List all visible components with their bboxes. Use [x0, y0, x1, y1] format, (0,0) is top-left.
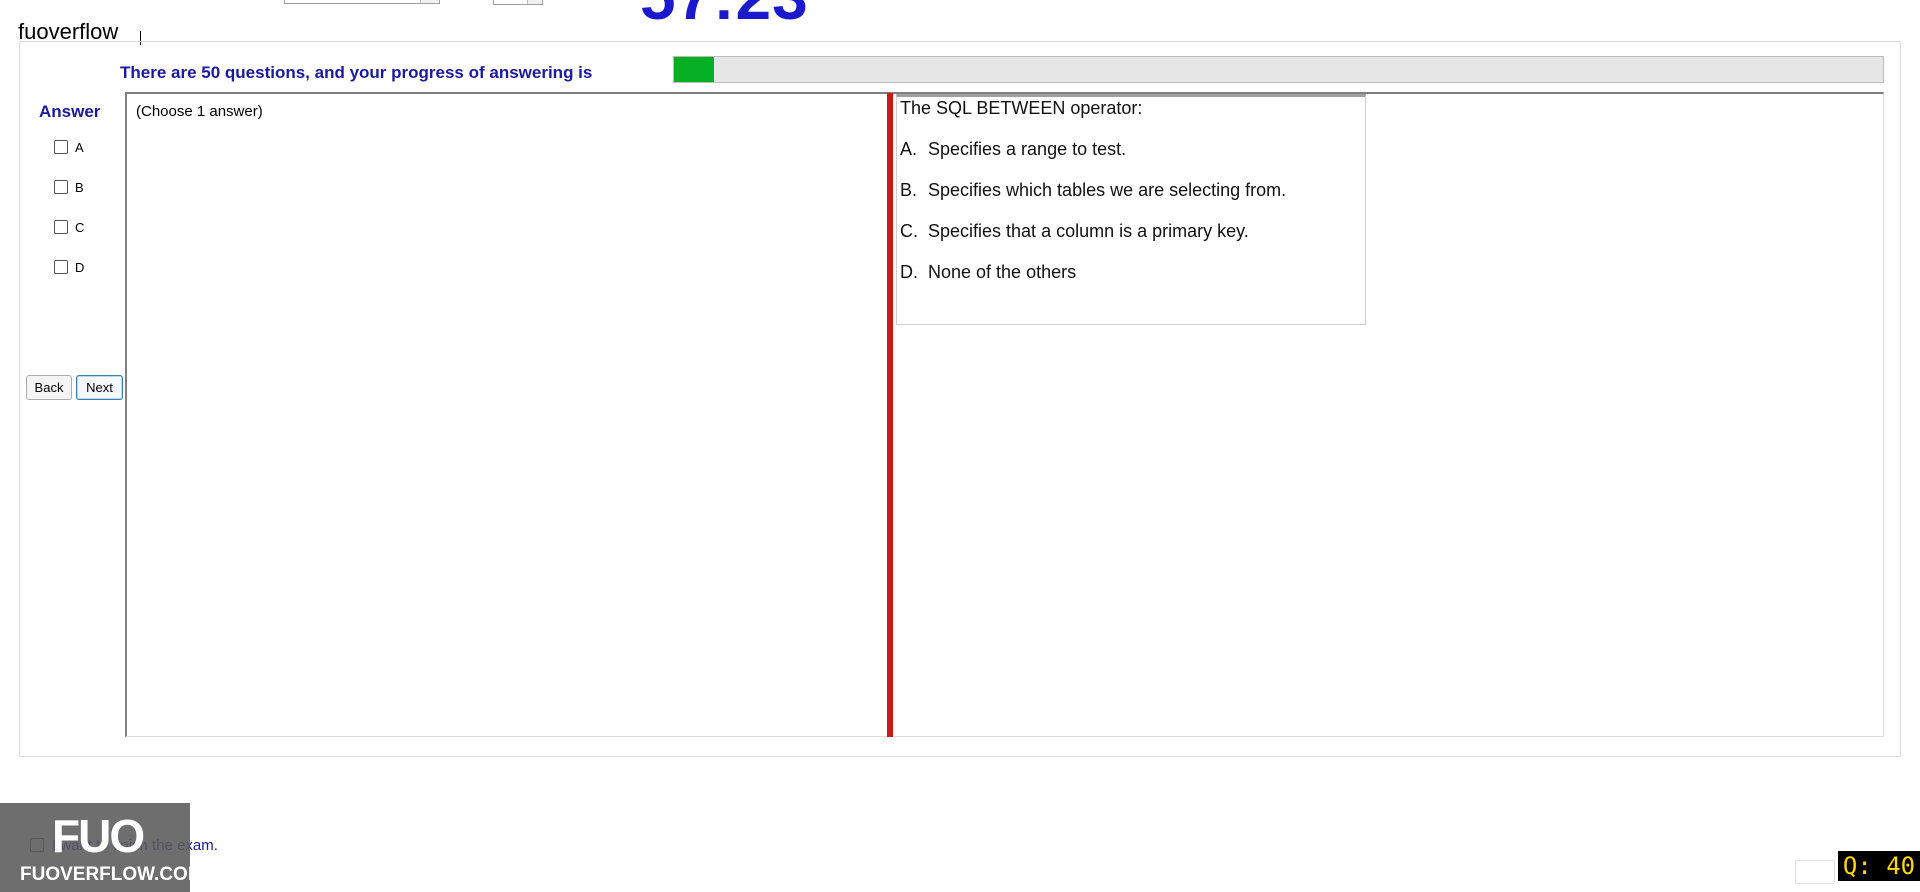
- font-size-spinner[interactable]: [493, 0, 543, 5]
- back-button[interactable]: Back: [26, 375, 72, 400]
- logo-text: FUOVERFLOW.COM: [20, 864, 204, 885]
- question-stem: The SQL BETWEEN operator:: [900, 98, 1143, 118]
- next-button[interactable]: Next: [76, 375, 123, 400]
- answer-option-b[interactable]: B: [54, 178, 84, 196]
- logo-mark: FUO: [52, 810, 145, 862]
- checkbox-a[interactable]: [54, 140, 68, 154]
- answer-option-label: D: [75, 259, 85, 275]
- checkbox-b[interactable]: [54, 180, 68, 194]
- answer-option-label: C: [75, 219, 85, 235]
- answer-option-d[interactable]: D: [54, 258, 84, 276]
- choice-c: C. Specifies that a column is a primary k…: [900, 221, 1249, 242]
- choice-text: None of the others: [928, 262, 1077, 282]
- choice-a: A. Specifies a range to test.: [900, 139, 1126, 160]
- spinner-arrow-icon[interactable]: [527, 0, 542, 4]
- watermark-logo: FUO FUOVERFLOW.COM: [0, 803, 204, 892]
- choice-letter: C.: [900, 221, 918, 241]
- question-number-badge: Q: 40: [1838, 851, 1920, 881]
- choice-text: Specifies a range to test.: [928, 139, 1127, 159]
- answer-option-label: B: [75, 179, 84, 195]
- countdown-timer: 57:23: [640, 0, 809, 34]
- checkbox-d[interactable]: [54, 260, 68, 274]
- question-content-box: [896, 94, 1366, 325]
- answer-title: Answer: [39, 102, 101, 121]
- choice-text: Specifies which tables we are selecting …: [928, 180, 1287, 200]
- choose-instruction: (Choose 1 answer): [136, 103, 263, 120]
- checkbox-c[interactable]: [54, 220, 68, 234]
- dropdown-arrow-icon[interactable]: [420, 0, 439, 3]
- choice-text: Specifies that a column is a primary key…: [928, 221, 1249, 241]
- answer-option-c[interactable]: C: [54, 218, 84, 236]
- answer-option-a[interactable]: A: [54, 138, 84, 156]
- choice-letter: B.: [900, 180, 918, 200]
- choice-d: D. None of the others: [900, 262, 1076, 283]
- progress-bar: [673, 56, 1884, 83]
- panel-splitter[interactable]: [887, 93, 893, 737]
- choice-letter: D.: [900, 262, 918, 282]
- choice-b: B. Specifies which tables we are selectin…: [900, 180, 1286, 201]
- answer-option-label: A: [75, 139, 84, 155]
- progress-bar-fill: [674, 57, 714, 82]
- progress-label: There are 50 questions, and your progres…: [120, 63, 593, 82]
- choice-letter: A.: [900, 139, 918, 159]
- bottom-input-box[interactable]: [1795, 860, 1835, 884]
- exam-code-combobox[interactable]: [284, 0, 440, 4]
